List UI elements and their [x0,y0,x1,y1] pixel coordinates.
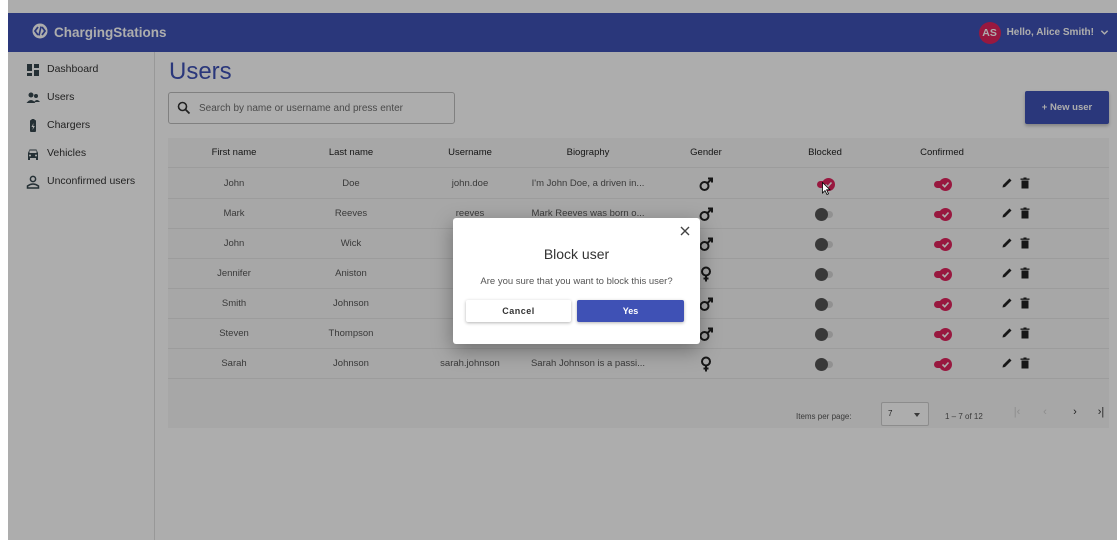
app-window: ChargingStations AS Hello, Alice Smith! … [8,0,1117,540]
yes-button[interactable]: Yes [577,300,684,322]
dialog-title: Block user [543,246,610,262]
close-icon[interactable] [679,225,691,237]
block-user-dialog: Block user Are you sure that you want to… [453,218,700,344]
dialog-message: Are you sure that you want to block this… [480,276,673,287]
mouse-cursor-icon [822,182,831,195]
cancel-button[interactable]: Cancel [466,300,571,322]
